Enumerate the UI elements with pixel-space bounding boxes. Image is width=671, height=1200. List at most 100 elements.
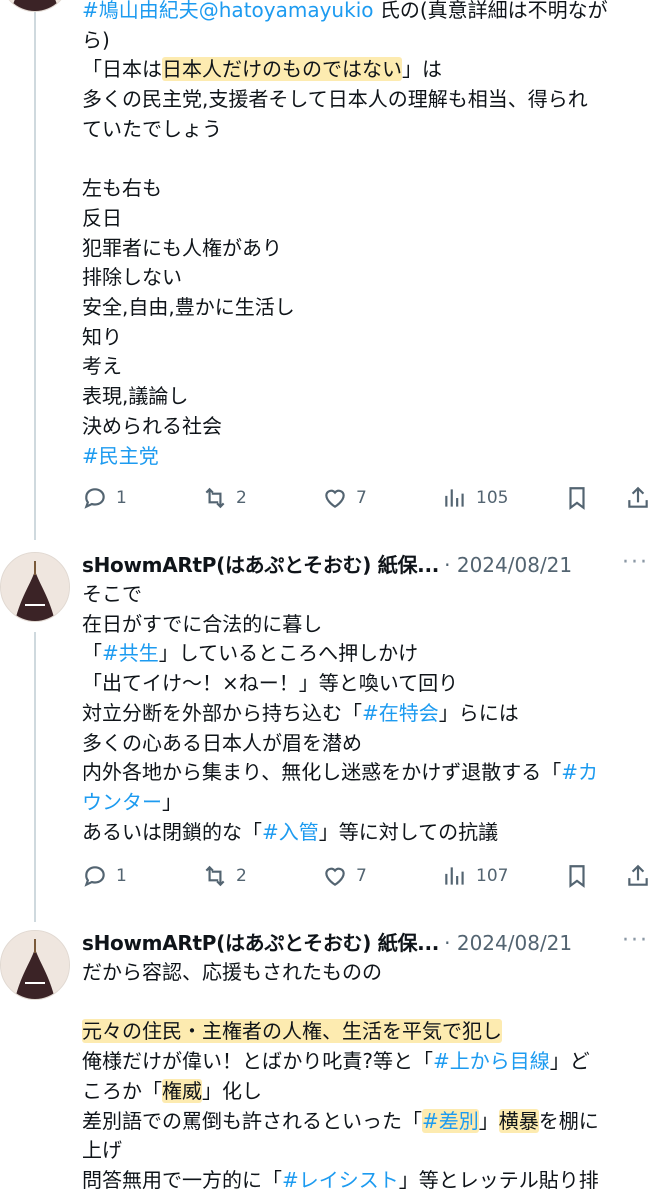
hashtag-link[interactable]: #在特会 bbox=[362, 701, 439, 725]
repost-icon bbox=[205, 865, 225, 887]
text-line bbox=[82, 988, 657, 1018]
text-segment: だから容認、応援もされたものの bbox=[82, 960, 382, 984]
tweet-header: sHowmARtP(はあぷとそおむ) 紙保... · 2024/08/21 ··… bbox=[82, 928, 657, 958]
author-name[interactable]: sHowmARtP(はあぷとそおむ) 紙保... bbox=[82, 931, 439, 955]
text-segment: ころか「 bbox=[82, 1078, 162, 1103]
author-name[interactable]: sHowmARtP(はあぷとそおむ) 紙保... bbox=[82, 553, 439, 577]
text-line: 多くの民主党,支援者そして日本人の理解も相当、得られ bbox=[82, 85, 657, 115]
views-button[interactable]: 107 bbox=[442, 860, 508, 892]
highlighted-text: 日本人だけのものではない bbox=[162, 57, 402, 82]
text-line: 決められる社会 bbox=[82, 412, 657, 442]
tweet-text: だから容認、応援もされたものの 元々の住民・主権者の人権、生活を平気で犯し 俺様だ… bbox=[82, 958, 657, 1196]
text-segment: 」しているところへ押しかけ bbox=[158, 641, 419, 666]
bookmark-icon bbox=[569, 865, 585, 888]
text-segment: 「日本は bbox=[82, 57, 162, 82]
text-segment: 」等に対しての抗議 bbox=[318, 819, 499, 844]
share-button[interactable] bbox=[625, 482, 651, 514]
hashtag-link[interactable]: #鳩山由紀夫@hatoyamayukio bbox=[82, 0, 373, 22]
text-segment: 考え bbox=[82, 354, 122, 379]
highlighted-text: 権威 bbox=[162, 1078, 202, 1103]
share-icon bbox=[628, 486, 648, 508]
text-line: ら) bbox=[82, 26, 657, 56]
text-line: 在日がすでに合法的に暮し bbox=[82, 610, 657, 640]
highlighted-text: 元々の住民・主権者の人権、生活を平気で犯し bbox=[82, 1019, 502, 1044]
more-options-icon[interactable]: ··· bbox=[622, 928, 649, 954]
share-icon bbox=[628, 864, 648, 886]
text-line: だから容認、応援もされたものの bbox=[82, 958, 657, 988]
thread-line bbox=[34, 0, 36, 540]
reply-button[interactable]: 1 bbox=[82, 482, 127, 514]
like-count: 7 bbox=[356, 488, 367, 508]
text-segment: 内外各地から集まり、無化し迷惑をかけず退散する「 bbox=[82, 760, 562, 785]
hashtag-link[interactable]: #共生 bbox=[102, 641, 159, 665]
text-line: 問答無用で一方的に「#レイシスト」等とレッテル貼り排 bbox=[82, 1166, 657, 1196]
text-line: 元々の住民・主権者の人権、生活を平気で犯し bbox=[82, 1017, 657, 1047]
bookmark-button[interactable] bbox=[564, 482, 590, 514]
text-segment: 俺様だけが偉い！とばかり叱責?等と「 bbox=[82, 1049, 434, 1074]
text-segment: ら) bbox=[82, 27, 110, 52]
text-segment: 反日 bbox=[82, 205, 122, 230]
text-segment: あるいは閉鎖的な「 bbox=[82, 819, 262, 844]
reply-icon bbox=[84, 866, 105, 887]
text-line: 「出てイけ〜！×ねー！」等と喚いて回り bbox=[82, 669, 657, 699]
text-line bbox=[82, 145, 657, 175]
text-segment: 在日がすでに合法的に暮し bbox=[82, 611, 323, 636]
text-segment: 安全,自由,豊かに生活し bbox=[82, 295, 295, 320]
hashtag-link[interactable]: ウンター bbox=[82, 790, 162, 814]
reply-button[interactable]: 1 bbox=[82, 860, 127, 892]
text-line: 犯罪者にも人権があり bbox=[82, 234, 657, 264]
text-segment: 表現,議論し bbox=[82, 384, 189, 409]
avatar[interactable] bbox=[0, 930, 70, 1000]
text-segment: 」は bbox=[402, 57, 442, 82]
text-segment: 」らには bbox=[438, 700, 519, 725]
text-line: ていたでしょう bbox=[82, 115, 657, 145]
tweet-header: sHowmARtP(はあぷとそおむ) 紙保... · 2024/08/21 ··… bbox=[82, 550, 657, 580]
hashtag-link[interactable]: #差別 bbox=[422, 1108, 479, 1133]
views-button[interactable]: 105 bbox=[442, 482, 508, 514]
text-segment: 」ど bbox=[549, 1049, 590, 1074]
more-options-icon[interactable]: ··· bbox=[622, 550, 649, 576]
like-button[interactable]: 7 bbox=[322, 860, 367, 892]
hashtag-link[interactable]: #入管 bbox=[262, 820, 319, 844]
text-line: 安全,自由,豊かに生活し bbox=[82, 293, 657, 323]
bookmark-button[interactable] bbox=[564, 860, 590, 892]
text-line: あるいは閉鎖的な「#入管」等に対しての抗議 bbox=[82, 818, 657, 848]
views-count: 107 bbox=[476, 866, 509, 886]
repost-button[interactable]: 2 bbox=[202, 482, 247, 514]
text-line: 排除しない bbox=[82, 263, 657, 293]
text-line: 反日 bbox=[82, 204, 657, 234]
text-line: 俺様だけが偉い！とばかり叱責?等と「#上から目線」ど bbox=[82, 1047, 657, 1077]
text-line: #鳩山由紀夫@hatoyamayukio 氏の(真意詳細は不明なが bbox=[82, 0, 657, 26]
like-button[interactable]: 7 bbox=[322, 482, 367, 514]
text-segment: 」等とレッテル貼り排 bbox=[398, 1167, 599, 1192]
text-line: #民主党 bbox=[82, 442, 657, 472]
repost-button[interactable]: 2 bbox=[202, 860, 247, 892]
highlighted-text: 横暴 bbox=[498, 1108, 539, 1133]
heart-icon bbox=[325, 489, 345, 508]
hashtag-link[interactable]: #民主党 bbox=[82, 444, 159, 468]
text-segment: 」 bbox=[162, 789, 182, 814]
repost-icon bbox=[205, 487, 225, 509]
text-line: 上げ bbox=[82, 1136, 657, 1166]
avatar[interactable] bbox=[0, 0, 70, 12]
text-line: 対立分断を外部から持ち込む「#在特会」らには bbox=[82, 699, 657, 729]
text-line: 「日本は日本人だけのものではない」は bbox=[82, 55, 657, 85]
thread-line bbox=[34, 632, 36, 922]
text-segment: 問答無用で一方的に「 bbox=[82, 1167, 282, 1192]
text-line: 内外各地から集まり、無化し迷惑をかけず退散する「#カ bbox=[82, 758, 657, 788]
text-segment: 上げ bbox=[82, 1138, 122, 1163]
hashtag-link[interactable]: #カ bbox=[561, 760, 598, 784]
tweet-date[interactable]: · 2024/08/21 bbox=[444, 553, 572, 577]
tweet-date[interactable]: · 2024/08/21 bbox=[444, 931, 572, 955]
hashtag-link[interactable]: #レイシスト bbox=[282, 1168, 399, 1192]
text-line: ウンター」 bbox=[82, 788, 657, 818]
share-button[interactable] bbox=[625, 860, 651, 892]
avatar[interactable] bbox=[0, 552, 70, 622]
hashtag-link[interactable]: #上から目線 bbox=[433, 1049, 550, 1073]
text-segment: ていたでしょう bbox=[82, 116, 222, 141]
text-line: ころか「権威」化し bbox=[82, 1077, 657, 1107]
tweet-text: そこで 在日がすでに合法的に暮し 「#共生」しているところへ押しかけ 「出てイけ〜！×… bbox=[82, 580, 657, 847]
text-segment: 」 bbox=[478, 1108, 499, 1133]
like-count: 7 bbox=[356, 866, 367, 886]
bookmark-icon bbox=[569, 487, 585, 510]
